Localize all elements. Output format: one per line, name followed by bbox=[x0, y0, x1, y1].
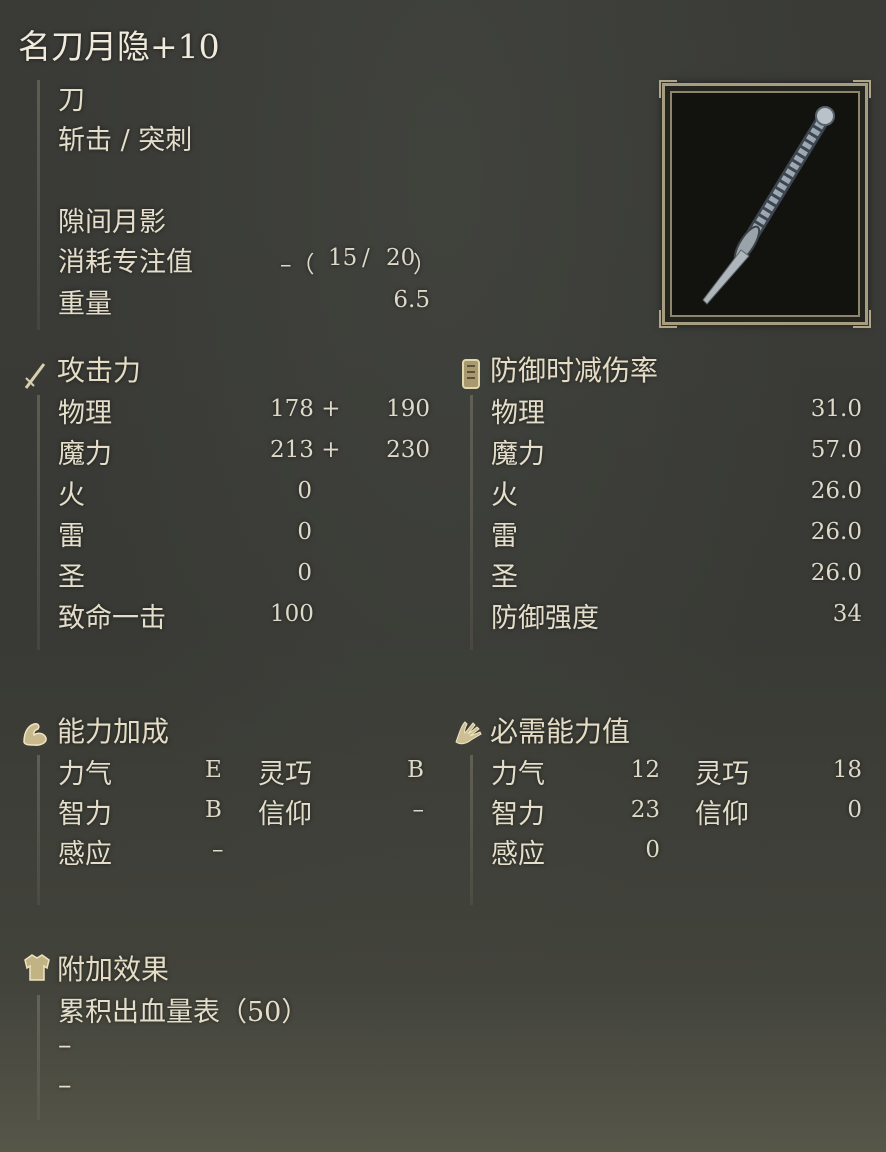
sword-icon bbox=[24, 363, 46, 389]
attack-label: 火 bbox=[58, 480, 85, 511]
attack-base: 0 bbox=[297, 478, 312, 504]
guard-label: 雷 bbox=[491, 521, 518, 552]
fp-cost-suffix: ） bbox=[413, 252, 436, 278]
fp-cost-sep: / bbox=[362, 245, 370, 271]
requirements-header: 必需能力值 bbox=[490, 715, 631, 748]
attack-label: 致命一击 bbox=[58, 603, 166, 634]
requirement-value: 0 bbox=[645, 837, 660, 863]
attack-label: 雷 bbox=[58, 521, 85, 552]
guard-label: 圣 bbox=[491, 562, 518, 593]
requirement-value: 23 bbox=[630, 797, 660, 823]
weapon-name: 名刀月隐+10 bbox=[18, 27, 220, 66]
scaling-label: 力气 bbox=[58, 759, 112, 790]
weight-label: 重量 bbox=[58, 289, 112, 320]
requirement-label: 智力 bbox=[491, 799, 545, 830]
requirement-label: 力气 bbox=[491, 759, 545, 790]
guard-label: 魔力 bbox=[491, 439, 545, 470]
section-divider bbox=[470, 395, 473, 650]
effect-line: 累积出血量表（50） bbox=[58, 997, 309, 1028]
requirement-value: 12 bbox=[630, 757, 660, 783]
requirement-value: 0 bbox=[847, 797, 862, 823]
effects-header: 附加效果 bbox=[57, 953, 170, 986]
section-divider bbox=[37, 755, 40, 905]
requirement-label: 灵巧 bbox=[695, 759, 749, 790]
attack-base: 178 + bbox=[270, 396, 341, 422]
attack-label: 魔力 bbox=[58, 439, 112, 470]
guard-label: 物理 bbox=[491, 398, 545, 429]
section-divider bbox=[37, 80, 40, 330]
attack-base: 100 bbox=[270, 601, 314, 627]
effect-line: – bbox=[58, 1030, 72, 1061]
attack-type: 斩击 / 突刺 bbox=[58, 125, 193, 156]
scaling-label: 灵巧 bbox=[258, 759, 312, 790]
katana-icon bbox=[702, 106, 835, 305]
guard-value: 57.0 bbox=[810, 437, 862, 463]
scaling-grade: E bbox=[205, 757, 222, 783]
requirement-value: 18 bbox=[832, 757, 862, 783]
guard-value: 31.0 bbox=[810, 396, 862, 422]
scaling-grade: B bbox=[407, 757, 424, 783]
attack-base: 0 bbox=[297, 560, 312, 586]
section-divider bbox=[470, 755, 473, 905]
attack-bonus: 190 bbox=[386, 396, 430, 422]
guard-value: 34 bbox=[832, 601, 862, 627]
attack-base: 0 bbox=[297, 519, 312, 545]
weapon-type: 刀 bbox=[58, 85, 85, 116]
fp-cost-prefix: –（ bbox=[280, 252, 315, 278]
attack-label: 物理 bbox=[58, 398, 112, 429]
fp-cost-b: 20 bbox=[386, 245, 416, 271]
guard-label: 防御强度 bbox=[491, 603, 599, 634]
requirement-label: 感应 bbox=[491, 839, 545, 870]
fp-cost-label: 消耗专注值 bbox=[58, 247, 193, 278]
scaling-label: 信仰 bbox=[258, 799, 312, 830]
section-divider bbox=[37, 995, 40, 1120]
guard-value: 26.0 bbox=[810, 560, 862, 586]
scaling-header: 能力加成 bbox=[57, 715, 170, 748]
scaling-grade: B bbox=[205, 797, 222, 823]
scaling-label: 智力 bbox=[58, 799, 112, 830]
scaling-grade: – bbox=[212, 837, 224, 863]
scaling-label: 感应 bbox=[58, 839, 112, 870]
guard-value: 26.0 bbox=[810, 478, 862, 504]
attack-bonus: 230 bbox=[386, 437, 430, 463]
attack-base: 213 + bbox=[270, 437, 341, 463]
scaling-grade: – bbox=[412, 797, 425, 823]
effect-line: – bbox=[58, 1070, 72, 1101]
hand-icon bbox=[455, 721, 482, 745]
guard-label: 火 bbox=[491, 480, 518, 511]
arm-flex-icon bbox=[23, 723, 47, 746]
weapon-image bbox=[659, 80, 871, 328]
attack-label: 圣 bbox=[58, 562, 85, 593]
fp-cost-a: 15 bbox=[328, 245, 358, 271]
weight-value: 6.5 bbox=[393, 287, 430, 313]
attack-header: 攻击力 bbox=[57, 354, 142, 387]
armor-icon bbox=[24, 954, 50, 981]
guard-value: 26.0 bbox=[810, 519, 862, 545]
shield-icon bbox=[462, 359, 480, 389]
skill-name: 隙间月影 bbox=[58, 207, 166, 238]
guard-header: 防御时减伤率 bbox=[490, 354, 659, 387]
requirement-label: 信仰 bbox=[695, 799, 749, 830]
section-divider bbox=[37, 395, 40, 650]
